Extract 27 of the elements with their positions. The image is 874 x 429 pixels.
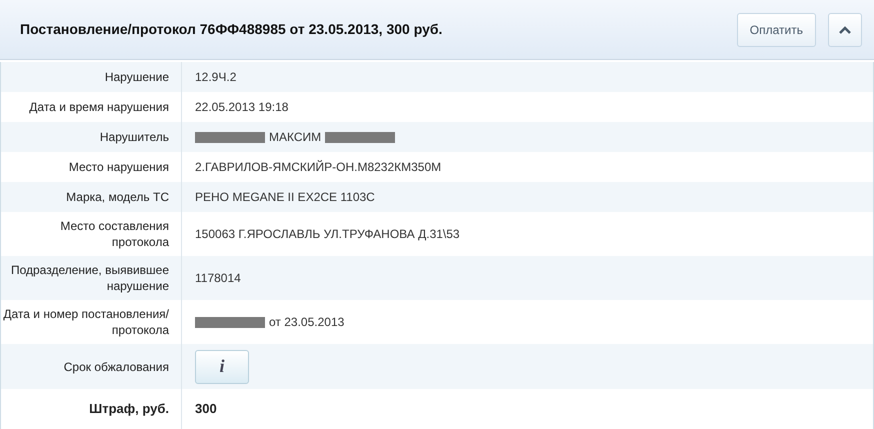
info-button[interactable]: i xyxy=(195,350,249,384)
redaction-bar xyxy=(325,132,396,142)
field-label: Место нарушения xyxy=(68,159,169,175)
field-label: Нарушитель xyxy=(100,129,169,145)
redaction-bar xyxy=(195,132,265,142)
field-label: Марка, модель ТС xyxy=(66,189,169,205)
field-label: Место составления протокола xyxy=(59,218,169,250)
collapse-button[interactable] xyxy=(828,12,862,46)
field-label: Нарушение xyxy=(104,69,169,85)
redaction-bar xyxy=(195,316,265,328)
field-value: МАКСИМ xyxy=(269,129,322,146)
field-value: 12.9Ч.2 xyxy=(195,69,236,86)
field-value: 150063 Г.ЯРОСЛАВЛЬ УЛ.ТРУФАНОВА Д.31\53 xyxy=(195,226,460,243)
field-value: 22.05.2013 19:18 xyxy=(195,99,288,116)
field-value: 300 xyxy=(195,400,217,418)
field-label: Дата и время нарушения xyxy=(29,99,169,115)
field-label: Подразделение, выявившее нарушение xyxy=(10,262,169,294)
chevron-up-icon xyxy=(839,26,851,34)
panel-title: Постановление/протокол 76ФФ488985 от 23.05.2013, 300 руб. xyxy=(20,20,442,39)
field-label: Штраф, руб. xyxy=(89,400,169,418)
pay-button[interactable]: Оплатить xyxy=(736,12,816,46)
field-label: Срок обжалования xyxy=(64,358,169,374)
field-value: от 23.05.2013 xyxy=(269,314,344,331)
field-value: 2.ГАВРИЛОВ-ЯМСКИЙР-ОН.М8232КМ350М xyxy=(195,159,442,176)
field-label: Дата и номер постановления/протокола xyxy=(2,306,169,338)
field-value: 1178014 xyxy=(195,270,241,287)
field-value: РЕНО MEGANE II EX2CE 1103C xyxy=(195,189,375,206)
